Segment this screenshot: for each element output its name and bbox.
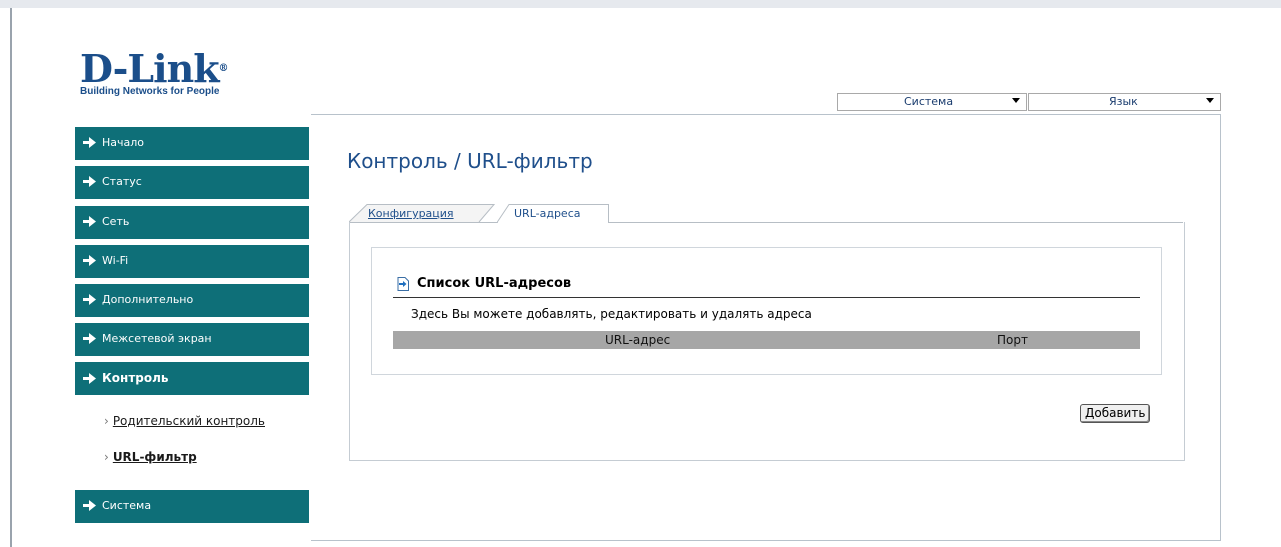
tab-configuration[interactable]: Конфигурация xyxy=(349,204,495,223)
sidebar-item-label: Контроль xyxy=(102,371,169,385)
add-button[interactable]: Добавить xyxy=(1080,404,1151,423)
arrow-right-icon xyxy=(83,333,96,344)
language-select[interactable]: Язык xyxy=(1028,93,1221,111)
document-arrow-icon xyxy=(397,276,409,291)
section-title-text: Список URL-адресов xyxy=(417,276,572,291)
chevron-down-icon xyxy=(1012,98,1020,103)
submenu-item-label: URL-фильтр xyxy=(112,450,197,464)
tab-label: URL-адреса xyxy=(514,207,581,220)
sidebar-item-firewall[interactable]: Межсетевой экран xyxy=(75,323,309,356)
dlink-logo: D-Link® Building Networks for People xyxy=(80,50,229,98)
sidebar-item-label: Сеть xyxy=(102,215,130,228)
system-select-value: Система xyxy=(904,95,954,108)
sidebar-item-network[interactable]: Сеть xyxy=(75,206,309,239)
registered-mark: ® xyxy=(218,63,229,74)
sidebar-item-label: Дополнительно xyxy=(102,293,194,306)
arrow-right-icon xyxy=(83,500,96,511)
section-description: Здесь Вы можете добавлять, редактировать… xyxy=(411,307,812,321)
system-select[interactable]: Система xyxy=(837,93,1027,111)
window-edge xyxy=(10,8,12,547)
sidebar-item-advanced[interactable]: Дополнительно xyxy=(75,284,309,317)
page-title: Контроль / URL-фильтр xyxy=(347,149,593,173)
sidebar-item-label: Начало xyxy=(102,136,145,149)
sidebar-item-wifi[interactable]: Wi-Fi xyxy=(75,245,309,278)
arrow-right-icon xyxy=(83,255,96,266)
sidebar-item-label: Система xyxy=(102,499,152,512)
sidebar-item-label: Wi-Fi xyxy=(102,254,129,267)
tab-label: Конфигурация xyxy=(368,207,454,220)
logo-tagline: Building Networks for People xyxy=(80,86,220,97)
submenu-item-parental-control[interactable]: › Родительский контроль xyxy=(104,414,265,428)
arrow-right-icon xyxy=(83,372,96,384)
chevron-down-icon xyxy=(1206,98,1214,103)
column-header-url: URL-адрес xyxy=(605,333,671,347)
table-header: URL-адрес Порт xyxy=(393,331,1140,349)
sidebar-item-label: Межсетевой экран xyxy=(102,332,212,345)
sidebar-item-system[interactable]: Система xyxy=(75,490,309,523)
tab-url-addresses[interactable]: URL-адреса xyxy=(497,204,609,223)
top-bar xyxy=(0,0,1281,8)
logo-brand: D-Link xyxy=(80,46,220,91)
language-select-value: Язык xyxy=(1109,95,1138,108)
submenu-item-label: Родительский контроль xyxy=(112,414,265,428)
arrow-right-icon xyxy=(83,176,96,187)
bullet-icon: › xyxy=(104,414,109,428)
section-divider xyxy=(393,297,1140,298)
bullet-icon: › xyxy=(104,450,109,464)
sidebar-item-home[interactable]: Начало xyxy=(75,127,309,160)
arrow-right-icon xyxy=(83,294,96,305)
sidebar-item-control[interactable]: Контроль xyxy=(75,362,309,395)
arrow-right-icon xyxy=(83,216,96,227)
section-title: Список URL-адресов xyxy=(397,276,571,291)
sidebar-item-status[interactable]: Статус xyxy=(75,166,309,199)
arrow-right-icon xyxy=(83,137,96,148)
column-header-port: Порт xyxy=(997,333,1028,347)
sidebar-item-label: Статус xyxy=(102,175,142,188)
submenu-item-url-filter[interactable]: › URL-фильтр xyxy=(104,450,197,464)
